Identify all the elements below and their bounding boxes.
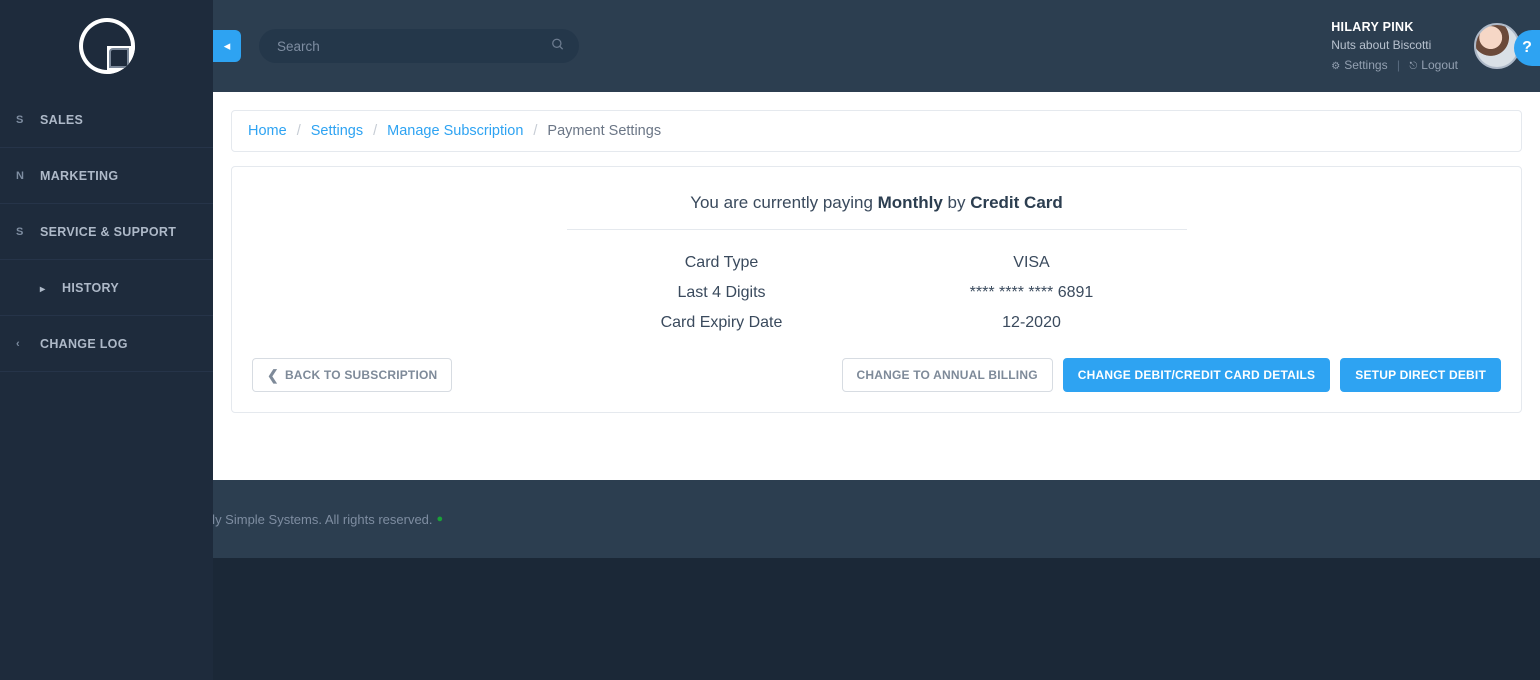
sidebar-item-change-log[interactable]: ‹ CHANGE LOG xyxy=(0,316,213,372)
status-prefix: You are currently paying xyxy=(690,193,877,212)
footer-lower xyxy=(0,558,1540,680)
nav-glyph: S xyxy=(16,114,26,126)
logout-link[interactable]: Logout xyxy=(1421,58,1458,72)
sidebar-item-service-support[interactable]: S SERVICE & SUPPORT xyxy=(0,204,213,260)
caret-right-icon: ▸ xyxy=(40,284,48,292)
logo-wrap xyxy=(0,0,213,92)
nav-glyph: ‹ xyxy=(16,338,26,350)
breadcrumb-current: Payment Settings xyxy=(547,123,661,139)
search-input[interactable] xyxy=(259,29,579,63)
help-icon: ? xyxy=(1522,39,1532,57)
breadcrumb-manage-subscription[interactable]: Manage Subscription xyxy=(387,123,523,139)
main: Home / Settings / Manage Subscription / … xyxy=(213,92,1540,480)
action-bar: ❮ BACK TO SUBSCRIPTION CHANGE TO ANNUAL … xyxy=(252,358,1501,392)
sidebar-item-label: MARKETING xyxy=(40,169,118,183)
change-to-annual-button[interactable]: CHANGE TO ANNUAL BILLING xyxy=(842,358,1053,392)
caret-left-icon: ◂ xyxy=(224,38,231,54)
sidebar-item-label: HISTORY xyxy=(62,281,119,295)
sidebar: S SALES N MARKETING S SERVICE & SUPPORT … xyxy=(0,0,213,680)
card-type-row: Card Type VISA xyxy=(567,248,1187,278)
button-label: BACK TO SUBSCRIPTION xyxy=(285,368,437,382)
footer: Copyright © 2004 - 2018 Really Simple Sy… xyxy=(0,480,1540,558)
separator: | xyxy=(1397,58,1400,72)
card-type-value: VISA xyxy=(877,254,1187,272)
sidebar-item-marketing[interactable]: N MARKETING xyxy=(0,148,213,204)
breadcrumb-sep: / xyxy=(373,123,377,139)
button-label: CHANGE DEBIT/CREDIT CARD DETAILS xyxy=(1078,368,1316,382)
collapse-sidebar-button[interactable]: ◂ xyxy=(213,30,241,62)
breadcrumb: Home / Settings / Manage Subscription / … xyxy=(231,110,1522,152)
user-org: Nuts about Biscotti xyxy=(1331,36,1458,54)
nav-glyph: N xyxy=(16,170,26,182)
nav-glyph: S xyxy=(16,226,26,238)
card-last4-label: Last 4 Digits xyxy=(567,284,877,302)
gear-icon: ⚙ xyxy=(1331,61,1340,72)
card-details: Card Type VISA Last 4 Digits **** **** *… xyxy=(567,248,1187,338)
breadcrumb-home[interactable]: Home xyxy=(248,123,287,139)
status-dot-icon: ● xyxy=(437,513,444,525)
setup-direct-debit-button[interactable]: SETUP DIRECT DEBIT xyxy=(1340,358,1501,392)
card-expiry-label: Card Expiry Date xyxy=(567,314,877,332)
breadcrumb-sep: / xyxy=(533,123,537,139)
user-links: ⚙ Settings | ⎋ Logout xyxy=(1331,56,1458,74)
user-name: HILARY PINK xyxy=(1331,18,1458,37)
status-frequency: Monthly xyxy=(878,193,943,212)
card-expiry-row: Card Expiry Date 12-2020 xyxy=(567,308,1187,338)
user-block: HILARY PINK Nuts about Biscotti ⚙ Setting… xyxy=(1331,18,1458,75)
sidebar-item-label: SERVICE & SUPPORT xyxy=(40,225,176,239)
breadcrumb-sep: / xyxy=(297,123,301,139)
payment-panel: You are currently paying Monthly by Cred… xyxy=(231,166,1522,413)
logout-icon: ⎋ xyxy=(1409,61,1417,72)
nav: S SALES N MARKETING S SERVICE & SUPPORT … xyxy=(0,92,213,372)
sidebar-item-label: SALES xyxy=(40,113,83,127)
button-label: SETUP DIRECT DEBIT xyxy=(1355,368,1486,382)
change-card-details-button[interactable]: CHANGE DEBIT/CREDIT CARD DETAILS xyxy=(1063,358,1331,392)
topbar-right: HILARY PINK Nuts about Biscotti ⚙ Setting… xyxy=(1331,18,1520,75)
back-to-subscription-button[interactable]: ❮ BACK TO SUBSCRIPTION xyxy=(252,358,452,392)
card-last4-value: **** **** **** 6891 xyxy=(877,284,1187,302)
card-expiry-value: 12-2020 xyxy=(877,314,1187,332)
button-label: CHANGE TO ANNUAL BILLING xyxy=(857,368,1038,382)
status-joiner: by xyxy=(943,193,970,212)
status-method: Credit Card xyxy=(970,193,1063,212)
settings-link[interactable]: Settings xyxy=(1344,58,1387,72)
search-icon xyxy=(551,38,565,55)
payment-status: You are currently paying Monthly by Cred… xyxy=(567,193,1187,230)
card-last4-row: Last 4 Digits **** **** **** 6891 xyxy=(567,278,1187,308)
topbar: ◂ HILARY PINK Nuts about Biscotti ⚙ Setti… xyxy=(213,0,1540,92)
sidebar-item-label: CHANGE LOG xyxy=(40,337,128,351)
card-type-label: Card Type xyxy=(567,254,877,272)
logo xyxy=(79,18,135,74)
breadcrumb-settings[interactable]: Settings xyxy=(311,123,363,139)
sidebar-item-sales[interactable]: S SALES xyxy=(0,92,213,148)
search-wrap xyxy=(259,29,579,63)
sidebar-item-history[interactable]: ▸ HISTORY xyxy=(0,260,213,316)
chevron-left-icon: ❮ xyxy=(267,367,279,384)
